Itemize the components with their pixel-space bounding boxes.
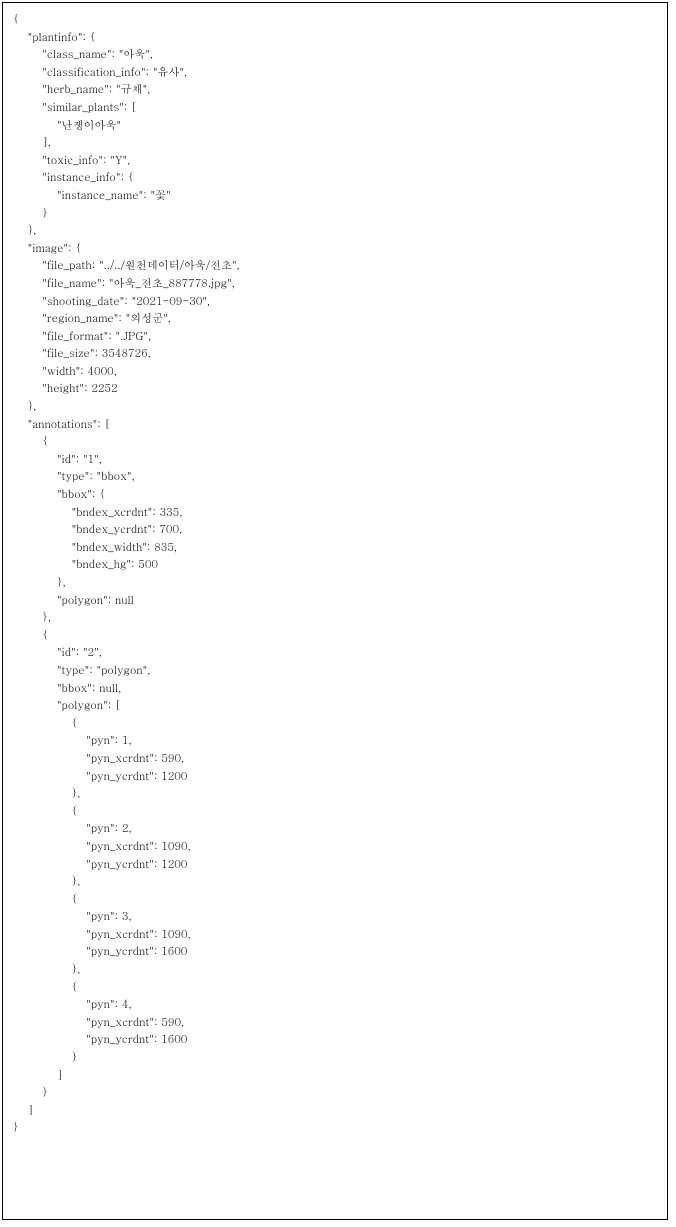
code-line: "type": "bbox", xyxy=(13,468,657,486)
code-line: "file_name": "아욱_전초_887778.jpg", xyxy=(13,275,657,293)
code-line: "id": "1", xyxy=(13,451,657,469)
code-line: } xyxy=(13,1049,657,1067)
code-line: { xyxy=(13,433,657,451)
code-line: { xyxy=(13,803,657,821)
code-line: { xyxy=(13,11,657,29)
code-line: "pyn_xcrdnt": 1090, xyxy=(13,926,657,944)
code-line: } xyxy=(13,205,657,223)
code-line: "bbox": null, xyxy=(13,680,657,698)
code-line: "image": { xyxy=(13,240,657,258)
code-line: { xyxy=(13,627,657,645)
code-line: "file_size": 3548726, xyxy=(13,345,657,363)
code-line: { xyxy=(13,715,657,733)
code-line: "region_name": "의성군", xyxy=(13,310,657,328)
code-line: "bndex_xcrdnt": 335, xyxy=(13,504,657,522)
code-line: "pyn_ycrdnt": 1600 xyxy=(13,1031,657,1049)
code-line: "herb_name": "규채", xyxy=(13,81,657,99)
code-line: "width": 4000, xyxy=(13,363,657,381)
code-line: "pyn_ycrdnt": 1200 xyxy=(13,856,657,874)
code-line: "bndex_hg": 500 xyxy=(13,556,657,574)
code-line: "pyn": 2, xyxy=(13,820,657,838)
code-line: }, xyxy=(13,873,657,891)
code-line: }, xyxy=(13,574,657,592)
code-line: "bbox": { xyxy=(13,486,657,504)
code-line: }, xyxy=(13,961,657,979)
code-line: } xyxy=(13,1084,657,1102)
code-line: "pyn_ycrdnt": 1600 xyxy=(13,943,657,961)
code-line: "class_name": "아욱", xyxy=(13,46,657,64)
code-line: { xyxy=(13,979,657,997)
code-line: "pyn": 1, xyxy=(13,732,657,750)
code-line: "classification_info": "유사", xyxy=(13,64,657,82)
code-line: "annotations": [ xyxy=(13,416,657,434)
code-line: } xyxy=(13,1119,657,1137)
code-line: }, xyxy=(13,222,657,240)
code-line: ] xyxy=(13,1102,657,1120)
code-line: ] xyxy=(13,1067,657,1085)
code-line: "bndex_ycrdnt": 700, xyxy=(13,521,657,539)
code-line: }, xyxy=(13,609,657,627)
code-line: "shooting_date": "2021-09-30", xyxy=(13,293,657,311)
code-line: "polygon": [ xyxy=(13,697,657,715)
code-line: "file_format": ".JPG", xyxy=(13,328,657,346)
code-line: "난쟁이아욱" xyxy=(13,117,657,135)
code-line: "bndex_width": 835, xyxy=(13,539,657,557)
code-line: "plantinfo": { xyxy=(13,29,657,47)
code-line: "type": "polygon", xyxy=(13,662,657,680)
code-line: }, xyxy=(13,398,657,416)
json-code-block: { "plantinfo": { "class_name": "아욱", "cl… xyxy=(13,11,657,1137)
code-line: "id": "2", xyxy=(13,644,657,662)
code-line: "pyn_xcrdnt": 590, xyxy=(13,750,657,768)
code-line: "instance_info": { xyxy=(13,169,657,187)
code-line: "polygon": null xyxy=(13,592,657,610)
code-line: "pyn_xcrdnt": 590, xyxy=(13,1014,657,1032)
code-line: { xyxy=(13,891,657,909)
code-line: "file_path: "../../원천데이터/아욱/전초", xyxy=(13,257,657,275)
code-frame: { "plantinfo": { "class_name": "아욱", "cl… xyxy=(2,2,668,1220)
code-line: "toxic_info": "Y", xyxy=(13,152,657,170)
code-line: "pyn_ycrdnt": 1200 xyxy=(13,768,657,786)
code-line: "pyn": 3, xyxy=(13,908,657,926)
code-line: ], xyxy=(13,134,657,152)
code-line: "similar_plants": [ xyxy=(13,99,657,117)
code-line: "pyn": 4, xyxy=(13,996,657,1014)
code-line: "pyn_xcrdnt": 1090, xyxy=(13,838,657,856)
code-line: "instance_name": "꽃" xyxy=(13,187,657,205)
code-line: "height": 2252 xyxy=(13,380,657,398)
code-line: }, xyxy=(13,785,657,803)
